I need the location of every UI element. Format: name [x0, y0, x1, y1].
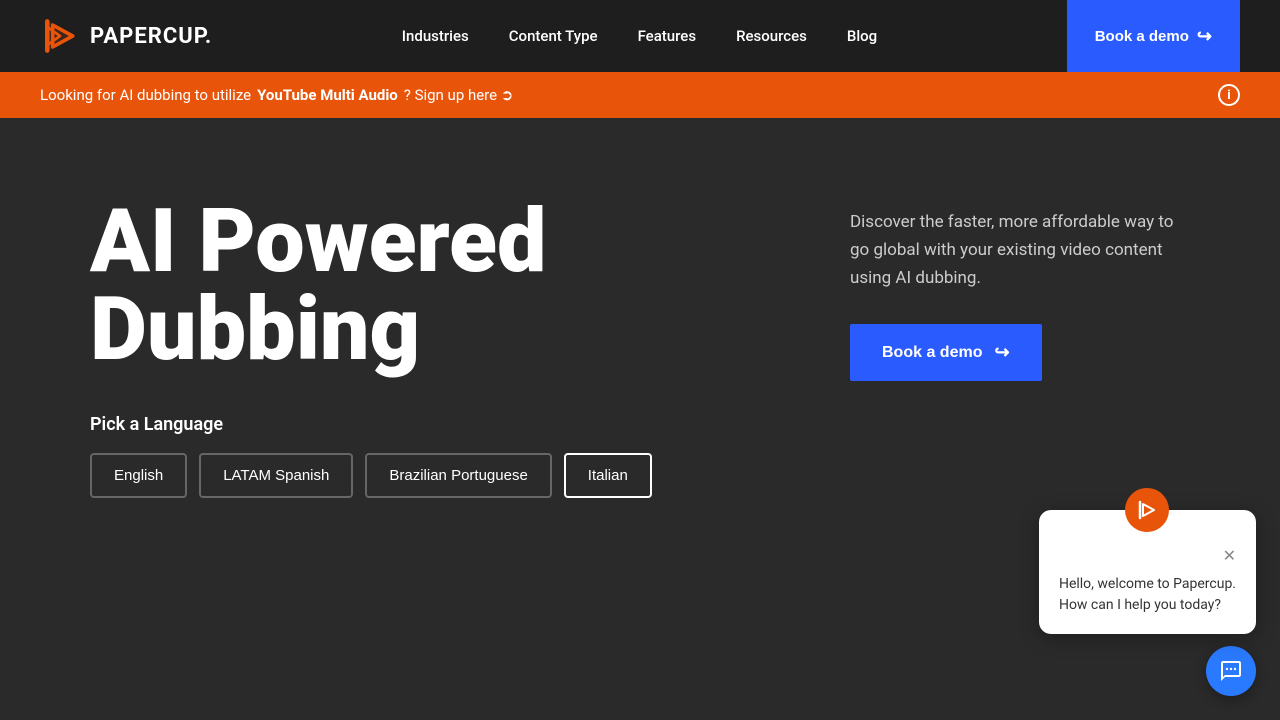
banner-highlight[interactable]: YouTube Multi Audio [257, 86, 398, 104]
pick-language-label: Pick a Language [90, 414, 770, 435]
hero-title: AI Powered Dubbing [90, 198, 770, 374]
navbar-arrow-icon: ↪ [1197, 26, 1212, 47]
nav-links: Industries Content Type Features Resourc… [402, 27, 877, 45]
language-button-italian[interactable]: Italian [564, 453, 652, 498]
hero-description: Discover the faster, more affordable way… [850, 208, 1190, 292]
banner-info-icon[interactable]: i [1218, 84, 1240, 106]
chat-subtext: How can I help you today? [1059, 597, 1221, 613]
chat-greeting-text: Hello, welcome to Papercup. [1059, 576, 1236, 592]
hero-title-line2: Dubbing [90, 278, 420, 381]
hero-right: Discover the faster, more affordable way… [850, 198, 1190, 381]
chat-close-button[interactable]: ✕ [1223, 546, 1236, 566]
navbar-book-demo-label: Book a demo [1095, 28, 1189, 45]
nav-link-industries[interactable]: Industries [402, 27, 469, 45]
chat-widget: ✕ Hello, welcome to Papercup. How can I … [1039, 510, 1256, 696]
navbar-book-demo-button[interactable]: Book a demo ↪ [1067, 0, 1240, 72]
hero-section: AI Powered Dubbing Pick a Language Engli… [0, 118, 1280, 538]
nav-link-resources[interactable]: Resources [736, 27, 807, 45]
banner-text-before: Looking for AI dubbing to utilize [40, 86, 251, 104]
hero-book-demo-label: Book a demo [882, 344, 982, 362]
brand-name: PAPERCUP. [90, 24, 212, 49]
chat-avatar [1125, 488, 1169, 532]
nav-link-features[interactable]: Features [638, 27, 696, 45]
banner-text: Looking for AI dubbing to utilize YouTub… [40, 86, 513, 104]
chat-icon [1219, 659, 1243, 683]
logo[interactable]: PAPERCUP. [40, 16, 212, 56]
hero-book-demo-button[interactable]: Book a demo ↪ [850, 324, 1042, 381]
language-button-english[interactable]: English [90, 453, 187, 498]
nav-link-blog[interactable]: Blog [847, 27, 877, 45]
chat-bubble-header: ✕ [1059, 546, 1236, 566]
language-buttons: English LATAM Spanish Brazilian Portugue… [90, 453, 770, 498]
hero-left: AI Powered Dubbing Pick a Language Engli… [90, 198, 770, 498]
chat-open-button[interactable] [1206, 646, 1256, 696]
hero-book-demo-arrow-icon: ↪ [994, 342, 1009, 363]
language-button-latam-spanish[interactable]: LATAM Spanish [199, 453, 353, 498]
announcement-banner: Looking for AI dubbing to utilize YouTub… [0, 72, 1280, 118]
nav-link-content-type[interactable]: Content Type [509, 27, 598, 45]
banner-text-after[interactable]: ? Sign up here ➲ [404, 86, 514, 104]
chat-greeting: Hello, welcome to Papercup. How can I he… [1059, 574, 1236, 616]
navbar: PAPERCUP. Industries Content Type Featur… [0, 0, 1280, 72]
chat-bubble: ✕ Hello, welcome to Papercup. How can I … [1039, 510, 1256, 634]
language-button-brazilian-portuguese[interactable]: Brazilian Portuguese [365, 453, 551, 498]
